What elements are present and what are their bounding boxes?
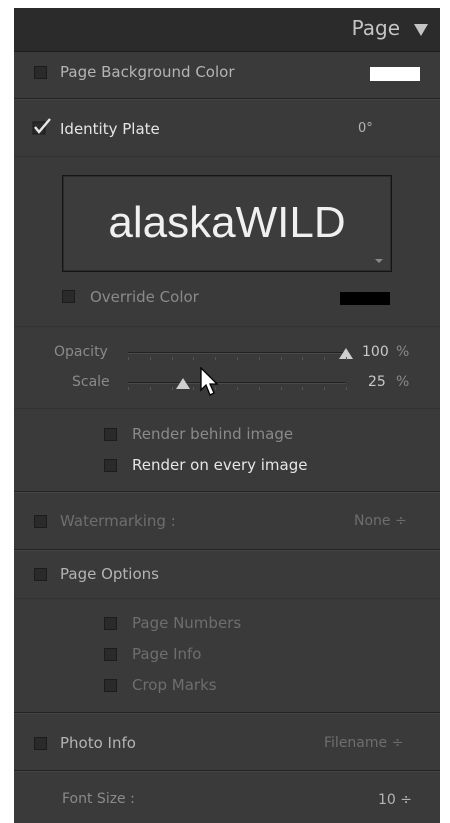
slider-tick — [346, 357, 347, 360]
override-color-swatch[interactable] — [340, 292, 390, 305]
slider-tick — [346, 387, 347, 390]
section-divider — [14, 712, 440, 714]
page-background-label: Page Background Color — [60, 63, 235, 81]
slider-tick — [324, 357, 326, 360]
section-divider — [14, 770, 440, 772]
slider-tick — [128, 357, 129, 360]
slider-tick — [193, 357, 195, 360]
font-size-select[interactable]: 10 ÷ — [378, 792, 412, 808]
slider-tick — [149, 387, 151, 390]
slider-tick — [280, 357, 282, 360]
page-numbers-label: Page Numbers — [132, 614, 242, 632]
page-background-checkbox[interactable] — [34, 66, 47, 79]
section-divider — [14, 98, 440, 100]
page-info-checkbox[interactable] — [104, 648, 117, 661]
subsection-divider — [14, 408, 440, 409]
override-color-checkbox[interactable] — [62, 290, 75, 303]
photo-info-checkbox[interactable] — [34, 737, 47, 750]
scale-label: Scale — [72, 374, 110, 390]
opacity-value[interactable]: 100 — [362, 344, 389, 360]
slider-tick — [302, 387, 304, 390]
slider-tick — [171, 387, 173, 390]
page-numbers-checkbox[interactable] — [104, 617, 117, 630]
slider-tick — [237, 387, 238, 390]
opacity-slider-track[interactable] — [128, 352, 346, 354]
slider-tick — [324, 387, 326, 390]
section-divider — [14, 549, 440, 551]
page-options-label: Page Options — [60, 565, 159, 583]
identity-plate-text: alaskaWILD — [108, 198, 346, 247]
mouse-pointer-icon — [200, 367, 219, 396]
scale-unit: % — [396, 374, 410, 390]
scale-slider-track[interactable] — [128, 382, 346, 384]
render-behind-checkbox[interactable] — [104, 428, 117, 441]
override-color-label: Override Color — [90, 288, 199, 306]
scale-value[interactable]: 25 — [368, 374, 386, 390]
panel-header[interactable]: Page — [14, 8, 440, 52]
slider-tick — [302, 357, 304, 360]
plate-menu-arrow-icon[interactable] — [375, 259, 383, 263]
watermarking-select[interactable]: None ÷ — [354, 513, 407, 529]
slider-tick — [149, 357, 151, 360]
scale-slider-thumb[interactable] — [175, 378, 190, 389]
slider-tick — [215, 387, 217, 390]
crop-marks-label: Crop Marks — [132, 676, 217, 694]
opacity-label: Opacity — [54, 344, 108, 360]
slider-tick — [258, 387, 260, 390]
photo-info-select[interactable]: Filename ÷ — [324, 735, 403, 751]
panel-title: Page — [351, 16, 400, 40]
crop-marks-checkbox[interactable] — [104, 679, 117, 692]
subsection-divider — [14, 598, 440, 599]
section-divider — [14, 491, 440, 493]
page-panel: Page Page Background Color Identity Plat… — [14, 8, 440, 823]
slider-tick — [258, 357, 260, 360]
slider-tick — [237, 357, 238, 360]
photo-info-label: Photo Info — [60, 734, 136, 752]
page-options-checkbox[interactable] — [34, 568, 47, 581]
opacity-unit: % — [396, 344, 410, 360]
render-every-image-checkbox[interactable] — [104, 459, 117, 472]
font-size-label: Font Size : — [62, 791, 135, 807]
subsection-divider — [14, 326, 440, 327]
page-info-label: Page Info — [132, 645, 202, 663]
render-every-image-label: Render on every image — [132, 456, 308, 474]
slider-tick — [193, 387, 195, 390]
slider-tick — [128, 387, 129, 390]
watermarking-checkbox[interactable] — [34, 515, 47, 528]
collapse-triangle-icon[interactable] — [414, 24, 428, 36]
render-behind-label: Render behind image — [132, 425, 294, 443]
slider-tick — [280, 387, 282, 390]
checkmark-icon[interactable] — [32, 118, 52, 136]
identity-plate-label: Identity Plate — [60, 120, 160, 138]
slider-tick — [215, 357, 217, 360]
identity-plate-angle[interactable]: 0° — [358, 121, 373, 136]
slider-tick — [171, 357, 173, 360]
watermarking-label: Watermarking : — [60, 512, 176, 530]
page-background-swatch[interactable] — [370, 67, 420, 81]
identity-plate-preview[interactable]: alaskaWILD — [62, 175, 392, 272]
subsection-divider — [14, 156, 440, 157]
